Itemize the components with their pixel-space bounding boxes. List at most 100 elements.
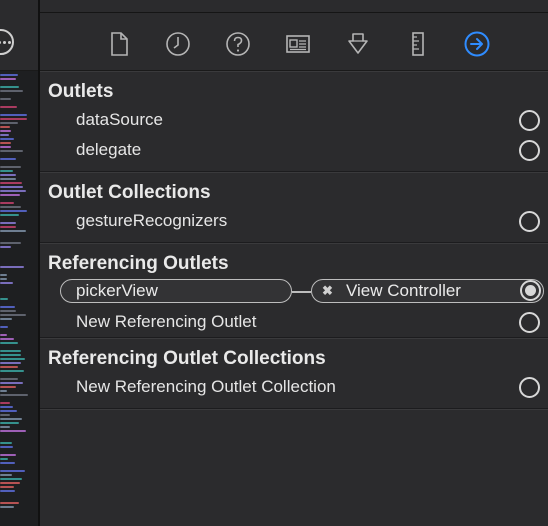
connection-circle[interactable]: [519, 211, 540, 232]
referencing-outlets-section: Referencing Outlets pickerView ✖ View Co…: [40, 243, 548, 338]
minimap-line: [0, 126, 10, 128]
section-title-referencing-outlets: Referencing Outlets: [48, 253, 229, 274]
identity-inspector-icon[interactable]: [285, 31, 311, 57]
minimap-line: [0, 486, 14, 488]
new-referencing-outlet-label: New Referencing Outlet: [76, 312, 257, 331]
minimap-line: [0, 214, 19, 216]
minimap-line: [0, 410, 17, 412]
minimap-line: [0, 86, 19, 88]
connection-circle[interactable]: [519, 377, 540, 398]
minimap-line: [0, 418, 22, 420]
minimap-line: [0, 406, 13, 408]
minimap-line: [0, 378, 18, 380]
minimap-line: [0, 118, 27, 120]
minimap-line: [0, 402, 10, 404]
size-inspector-icon[interactable]: [405, 31, 431, 57]
minimap-line: [0, 306, 15, 308]
outlet-row-datasource: dataSource: [40, 105, 548, 135]
minimap-line: [0, 314, 26, 316]
minimap-line: [0, 458, 8, 460]
minimap-line: [0, 470, 25, 472]
referencing-outlet-connection: pickerView ✖ View Controller: [40, 277, 548, 307]
minimap-line: [0, 506, 14, 508]
minimap-line: [0, 142, 11, 144]
outlet-collection-row-gesture-recognizers: gestureRecognizers: [40, 206, 548, 236]
minimap-line: [0, 242, 21, 244]
minimap-line: [0, 422, 19, 424]
minimap-line: [0, 194, 20, 196]
minimap-line: [0, 298, 8, 300]
minimap-line: [0, 350, 21, 352]
outlet-name-pill[interactable]: pickerView: [60, 279, 292, 303]
minimap-line: [0, 454, 16, 456]
minimap-line: [0, 130, 11, 132]
minimap-line: [0, 182, 22, 184]
minimap-line: [0, 74, 18, 76]
minimap-line: [0, 186, 23, 188]
minimap-line: [0, 326, 8, 328]
outlet-label: dataSource: [76, 110, 163, 129]
minimap-line: [0, 190, 26, 192]
minimap-line: [0, 166, 21, 168]
new-referencing-outlet-collection-row: New Referencing Outlet Collection: [40, 372, 548, 402]
minimap-line: [0, 146, 11, 148]
minimap-line: [0, 122, 18, 124]
minimap-line: [0, 354, 21, 356]
minimap-line: [0, 318, 12, 320]
connection-circle[interactable]: [519, 312, 540, 333]
file-inspector-icon[interactable]: [106, 31, 132, 57]
minimap-line: [0, 462, 15, 464]
minimap-line: [0, 362, 21, 364]
minimap-line: [0, 310, 16, 312]
minimap-line: [0, 266, 24, 268]
outlet-row-delegate: delegate: [40, 135, 548, 165]
connection-circle[interactable]: [519, 110, 540, 131]
outlets-section: Outlets dataSource delegate: [40, 71, 548, 172]
minimap-line: [0, 222, 16, 224]
inspector-selector-bar: [40, 12, 548, 71]
outlet-label: delegate: [76, 140, 142, 159]
minimap-line: [0, 278, 7, 280]
minimap-line: [0, 274, 7, 276]
connection-circle[interactable]: [519, 140, 540, 161]
minimap-line: [0, 210, 27, 212]
outlet-collection-label: gestureRecognizers: [76, 211, 228, 230]
new-referencing-outlet-collection-label: New Referencing Outlet Collection: [76, 377, 336, 396]
history-inspector-icon[interactable]: [165, 31, 191, 57]
connected-circle[interactable]: [520, 280, 541, 301]
more-options-icon[interactable]: [0, 29, 14, 55]
minimap-line: [0, 178, 16, 180]
minimap-line: [0, 150, 23, 152]
minimap-line: [0, 430, 26, 432]
editor-minimap: [0, 0, 38, 526]
minimap-line: [0, 482, 20, 484]
connection-line: [292, 291, 311, 293]
minimap-line: [0, 446, 13, 448]
connection-target-pill[interactable]: ✖ View Controller: [311, 279, 544, 303]
minimap-line: [0, 106, 17, 108]
minimap-line: [0, 386, 16, 388]
minimap-line: [0, 98, 11, 100]
connections-inspector-icon[interactable]: [464, 31, 490, 57]
minimap-line: [0, 334, 7, 336]
remove-connection-icon[interactable]: ✖: [322, 280, 333, 302]
minimap-line: [0, 138, 14, 140]
minimap-line: [0, 442, 12, 444]
minimap-line: [0, 426, 10, 428]
section-title-referencing-outlet-collections: Referencing Outlet Collections: [48, 348, 326, 369]
minimap-line: [0, 114, 27, 116]
connections-inspector: Outlets dataSource delegate Outlet Colle…: [40, 71, 548, 409]
outlet-collections-section: Outlet Collections gestureRecognizers: [40, 172, 548, 243]
minimap-line: [0, 414, 10, 416]
quick-help-icon[interactable]: [225, 31, 251, 57]
minimap-line: [0, 478, 22, 480]
minimap-line: [0, 390, 7, 392]
minimap-line: [0, 230, 26, 232]
attributes-inspector-icon[interactable]: [345, 31, 371, 57]
referencing-outlet-collections-section: Referencing Outlet Collections New Refer…: [40, 338, 548, 409]
minimap-line: [0, 394, 28, 396]
minimap-line: [0, 134, 9, 136]
minimap-line: [0, 382, 23, 384]
minimap-line: [0, 158, 16, 160]
minimap-line: [0, 490, 15, 492]
